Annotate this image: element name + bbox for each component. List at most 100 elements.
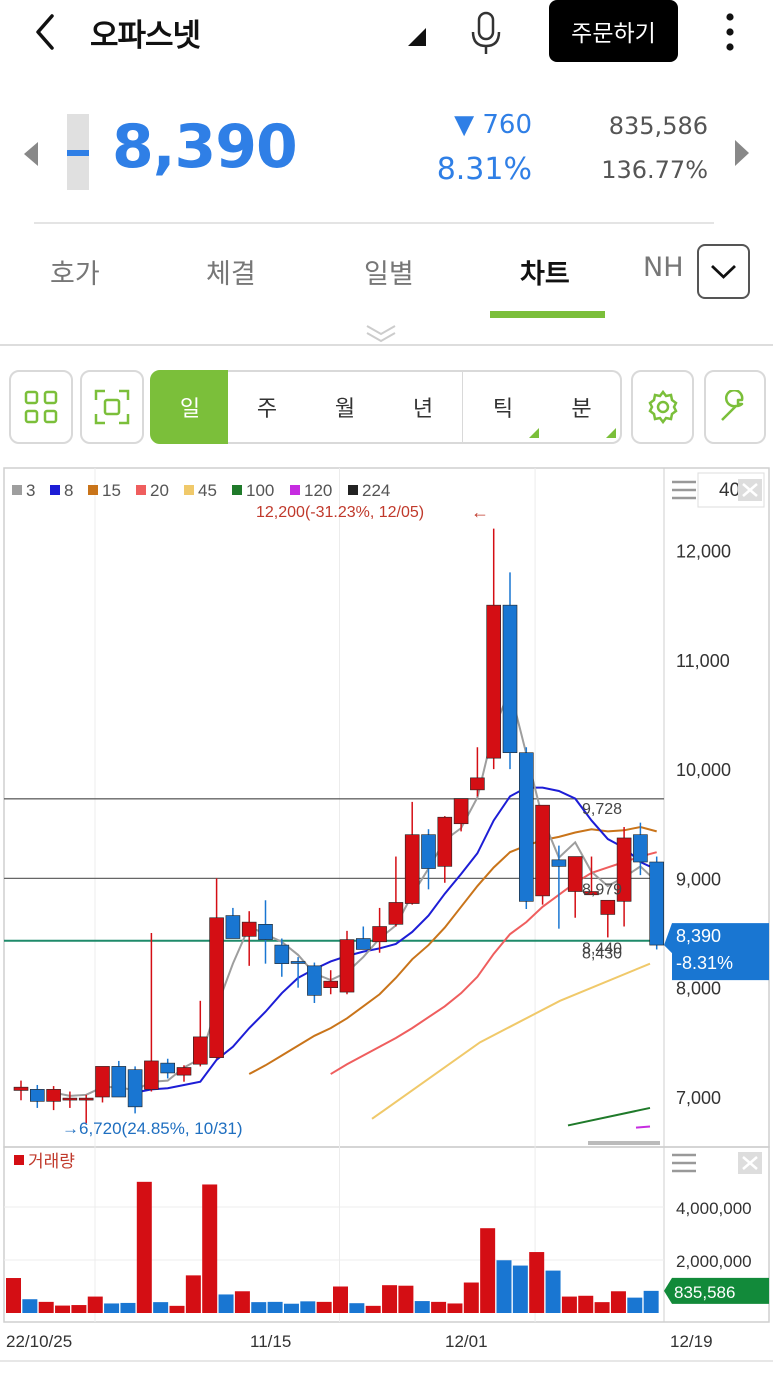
volume-bar [643,1290,659,1313]
legend-swatch [88,485,98,495]
scroll-thumb [588,1141,660,1145]
ma-line-ma3 [53,686,658,1097]
volume-bar [431,1301,447,1313]
tab-daily[interactable]: 일별 [364,252,414,291]
current-price: 8,390 [112,112,298,182]
tab-trades[interactable]: 체결 [206,252,256,291]
candle-body [290,961,306,964]
candle-body [421,834,436,869]
period-month-button[interactable]: 월 [306,370,386,444]
gear-icon [647,389,678,425]
legend-swatch [290,485,300,495]
hline-label: 8,430 [582,946,622,963]
x-tick-label: 12/01 [445,1332,488,1351]
candle-body [193,1036,208,1065]
collapse-handle-icon[interactable] [363,322,399,344]
volume-bar [87,1296,103,1313]
candle-body [78,1097,94,1101]
more-menu-icon[interactable] [720,10,740,54]
period-minute-button[interactable]: 분 [543,370,622,444]
volume-bar [545,1270,561,1313]
period-week-button[interactable]: 주 [228,370,308,444]
next-stock-icon[interactable] [735,140,749,166]
candle-body [600,899,616,915]
candle-count: 40 [719,480,740,501]
candle-body [355,938,371,950]
fullscreen-button[interactable] [80,370,144,444]
candle-body [518,752,534,902]
divider [34,222,714,224]
volume-pane-menu-icon [672,1153,696,1173]
prev-stock-icon[interactable] [24,142,38,166]
price-change-pct: 8.31% [436,152,532,187]
ma-line-120 [635,1125,651,1129]
candle-body [29,1089,45,1102]
volume-bar [398,1285,414,1313]
candle-body [46,1089,61,1102]
tab-nh[interactable]: NH [643,252,684,283]
volume-ratio: 136.77% [601,156,708,184]
mic-icon[interactable] [466,10,506,56]
legend-swatch [232,485,242,495]
volume-bar [414,1301,430,1313]
y-tick-label: 10,000 [676,760,731,780]
volume-bar [496,1260,512,1313]
volume-bar [365,1305,381,1313]
candle-body [486,604,502,759]
volume-bar [136,1181,152,1313]
y-tick-label: 8,000 [676,979,721,999]
candle-body [209,917,224,1058]
y-tick-label: 7,000 [676,1088,721,1108]
volume-bar [300,1301,316,1313]
candle-body [13,1086,29,1091]
volume-bar [251,1302,267,1313]
period-year-button[interactable]: 년 [384,370,464,444]
legend-label: 15 [102,481,121,500]
price-tag-value: 8,390 [676,926,721,946]
period-day-button[interactable]: 일 [150,370,230,444]
tabs-expand-button[interactable] [697,244,750,299]
chart-tools-button[interactable] [704,370,766,444]
volume-bar [283,1303,299,1313]
volume-bar [22,1299,38,1313]
price-pane-frame [3,467,770,1148]
price-change: ▼ 760 [454,110,532,140]
order-button[interactable]: 주문하기 [549,0,678,62]
candle-body [127,1069,143,1108]
candle-body [453,798,469,825]
candle-body [111,1066,127,1098]
max-price-label: 12,200(-31.23%, 12/05) [256,504,424,521]
back-icon[interactable] [28,8,68,56]
candle-body [241,921,257,937]
volume-legend-swatch [14,1155,24,1165]
legend-swatch [136,485,146,495]
candle-body [160,1062,175,1074]
hline-label: 9,728 [582,801,622,818]
volume-bar [218,1294,234,1313]
price-tag-pct: -8.31% [676,953,733,973]
volume-bar [169,1305,185,1313]
chart-settings-button[interactable] [631,370,694,444]
volume-bar [316,1301,332,1313]
legend-label: 120 [304,481,332,500]
legend-label: 8 [64,481,73,500]
volume-bar [463,1282,479,1313]
candle-body [388,902,404,925]
volume-bar [480,1228,496,1313]
volume-bar [267,1301,283,1313]
candle-body [502,604,518,754]
period-tick-button[interactable]: 틱 [463,370,545,444]
dropdown-triangle-icon[interactable] [408,28,426,46]
price-chart[interactable]: 12,000 11,000 10,000 9,000 8,000 7,000 3 8 15 20 4… [0,465,773,1365]
candle-body [274,944,290,964]
volume-bar [512,1265,528,1313]
legend-swatch [50,485,60,495]
candle-body [339,939,355,993]
volume-bar [610,1291,626,1313]
x-tick-label: 11/15 [250,1332,291,1351]
volume-tick-label: 4,000,000 [676,1199,752,1218]
layout-grid-button[interactable] [9,370,73,444]
tab-hoga[interactable]: 호가 [50,252,100,291]
tab-chart[interactable]: 차트 [520,252,570,291]
stock-title[interactable]: 오파스넷 [90,10,201,55]
